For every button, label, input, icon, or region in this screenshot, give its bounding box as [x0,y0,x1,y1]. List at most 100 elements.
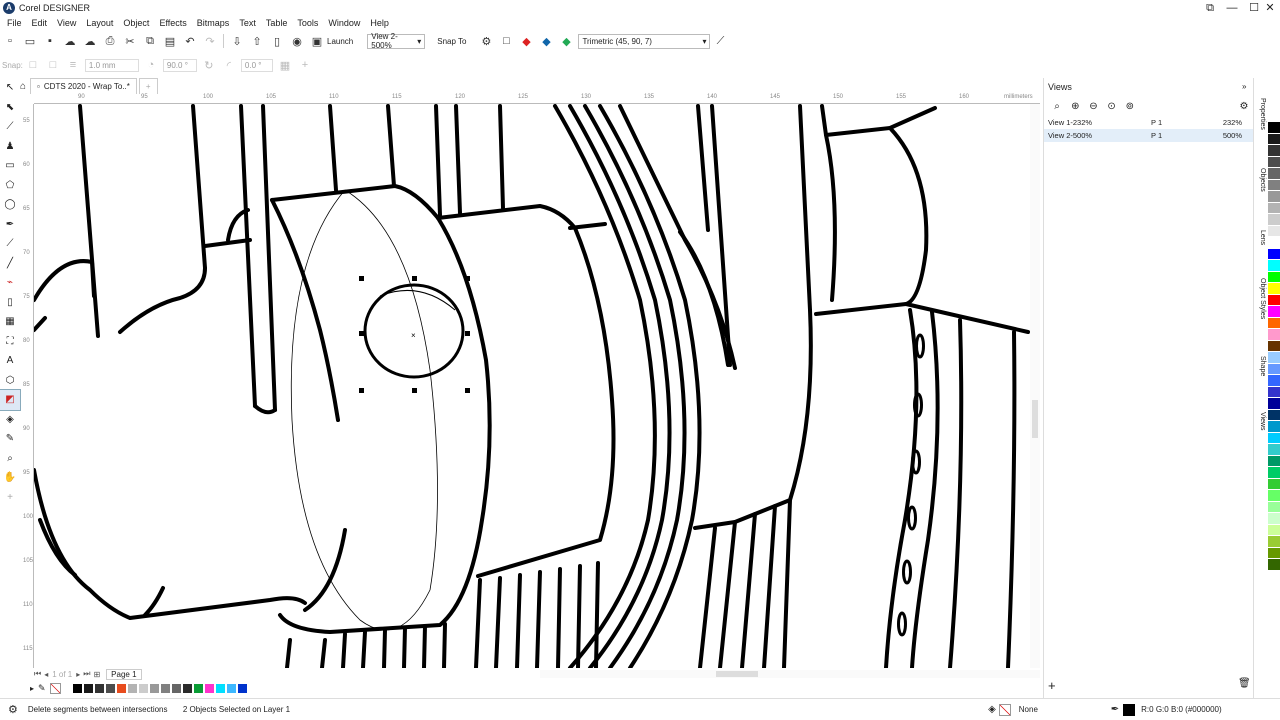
home-icon[interactable]: ⌂ [20,81,26,92]
zoom-selection-icon[interactable]: ⊙ [1103,101,1121,112]
color-swatch[interactable] [1268,329,1280,341]
tab-lens[interactable]: Lens [1254,230,1266,245]
color-swatch[interactable] [1268,409,1280,421]
color-swatch[interactable] [1268,375,1280,387]
angle-field[interactable]: 90.0 ° [162,58,197,72]
offset-field[interactable]: 0.0 ° [240,58,273,72]
color-swatch[interactable] [1268,294,1280,306]
gear-icon[interactable]: ⚙ [8,703,18,716]
menu-table[interactable]: Table [261,18,293,28]
projection-select[interactable]: Trimetric (45, 90, 7) ▾ [578,33,711,49]
color-swatch[interactable] [71,682,83,694]
menu-layout[interactable]: Layout [81,18,118,28]
align-icon[interactable]: ▦ [278,58,292,72]
vertical-ruler[interactable]: 55 60 65 70 75 80 85 90 95 100 105 110 1… [22,104,34,668]
paste-icon[interactable]: ▤ [163,34,177,48]
close-button[interactable]: ✕ [1258,0,1280,16]
last-page-icon[interactable]: ⏭ [83,669,90,679]
width-field[interactable]: 1.0 mm [84,58,139,72]
cube-red-icon[interactable]: ◆ [519,34,533,48]
rectangle-tool-icon[interactable]: ▭ [0,156,20,176]
palette-scroll-icon[interactable]: ▸ [30,684,34,693]
copy-icon[interactable]: ⧉ [143,34,157,48]
projection-tool-icon[interactable]: ⬡ [0,371,20,391]
color-swatch[interactable] [1268,478,1280,490]
scroll-thumb[interactable] [1032,400,1038,438]
cut-icon[interactable]: ✂ [123,34,137,48]
publish-icon[interactable]: ◉ [290,34,304,48]
color-swatch[interactable] [1268,501,1280,513]
tab-object-styles[interactable]: Object Styles [1254,278,1266,319]
angle-icon[interactable]: ◔ [144,58,158,72]
view-select[interactable]: View 2-500% ▾ [367,32,426,50]
gear-icon[interactable]: ⚙ [1235,101,1253,112]
shape-tool-icon[interactable]: ⬉ [0,98,20,118]
add-view-icon[interactable]: + [1048,678,1056,693]
add-page-icon[interactable]: ⊞ [93,670,100,679]
dimension-tool-icon[interactable]: ⛶ [0,332,20,352]
color-swatch[interactable] [115,682,127,694]
cube-green-icon[interactable]: ◆ [559,34,573,48]
pick-tool-icon[interactable]: ↖ [0,78,20,98]
print-icon[interactable]: ⎙ [103,34,117,48]
add-tool-icon[interactable]: + [0,488,20,508]
polygon-tool-icon[interactable]: ⬠ [0,176,20,196]
color-swatch[interactable] [192,682,204,694]
color-swatch[interactable] [126,682,138,694]
next-page-icon[interactable]: ▸ [76,670,80,679]
ellipse-tool-icon[interactable]: ◯ [0,195,20,215]
drawing-canvas[interactable]: × [34,104,1034,668]
zoom-page-icon[interactable]: ⊚ [1121,101,1139,112]
color-swatch[interactable] [1268,168,1280,180]
menu-tools[interactable]: Tools [292,18,323,28]
horizontal-ruler[interactable]: 90 95 100 105 110 115 120 125 130 135 14… [34,94,1040,104]
zoom-tool-icon[interactable]: ♟ [0,137,20,157]
add-icon[interactable]: + [298,58,312,72]
menu-view[interactable]: View [52,18,81,28]
callout-tool-icon[interactable]: ▯ [0,293,20,313]
color-swatch[interactable] [1268,536,1280,548]
launch-button[interactable]: Launch [327,37,353,46]
color-swatch[interactable] [93,682,105,694]
color-swatch[interactable] [1268,202,1280,214]
color-swatch[interactable] [1268,260,1280,272]
export-icon[interactable]: ⇧ [250,34,264,48]
color-swatch[interactable] [1268,179,1280,191]
pan-tool-icon[interactable]: ✋ [0,468,20,488]
line-tool-icon[interactable]: ╱ [0,254,20,274]
zoom-in-icon[interactable]: ⊕ [1066,101,1084,112]
snap-to-button[interactable]: Snap To [437,37,466,46]
color-swatch[interactable] [159,682,171,694]
color-swatch[interactable] [1268,421,1280,433]
color-swatch[interactable] [1268,444,1280,456]
color-swatch[interactable] [225,682,237,694]
zoom-out-icon[interactable]: ⊖ [1084,101,1102,112]
crop-tool-icon[interactable]: ⟋ [0,117,20,137]
chevron-right-icon[interactable]: » [1242,82,1246,91]
menu-window[interactable]: Window [323,18,365,28]
import-icon[interactable]: ⇩ [230,34,244,48]
text-tool-icon[interactable]: A [0,351,20,371]
new-tab-button[interactable]: + [138,78,158,94]
color-swatch[interactable] [1268,524,1280,536]
color-swatch[interactable] [1268,340,1280,352]
color-swatch[interactable] [1268,363,1280,375]
freehand-tool-icon[interactable]: ⟋ [0,234,20,254]
color-swatch[interactable] [104,682,116,694]
color-swatch[interactable] [1268,317,1280,329]
fill-icon[interactable]: ◈ [988,704,996,715]
color-swatch[interactable] [1268,432,1280,444]
menu-object[interactable]: Object [118,18,154,28]
square-icon[interactable]: □ [46,58,60,72]
tab-objects[interactable]: Objects [1254,168,1266,192]
pen-tool-icon[interactable]: ✒ [0,215,20,235]
tab-properties[interactable]: Properties [1254,98,1266,130]
open-folder-icon[interactable]: ▭ [23,34,37,48]
menu-help[interactable]: Help [365,18,394,28]
pick-tool-icon[interactable]: ⟋ [713,34,727,48]
tab-shape[interactable]: Shape [1254,356,1266,376]
color-swatch[interactable] [214,682,226,694]
vertical-scrollbar[interactable] [1030,104,1040,668]
menu-effects[interactable]: Effects [154,18,191,28]
color-swatch[interactable] [1268,271,1280,283]
